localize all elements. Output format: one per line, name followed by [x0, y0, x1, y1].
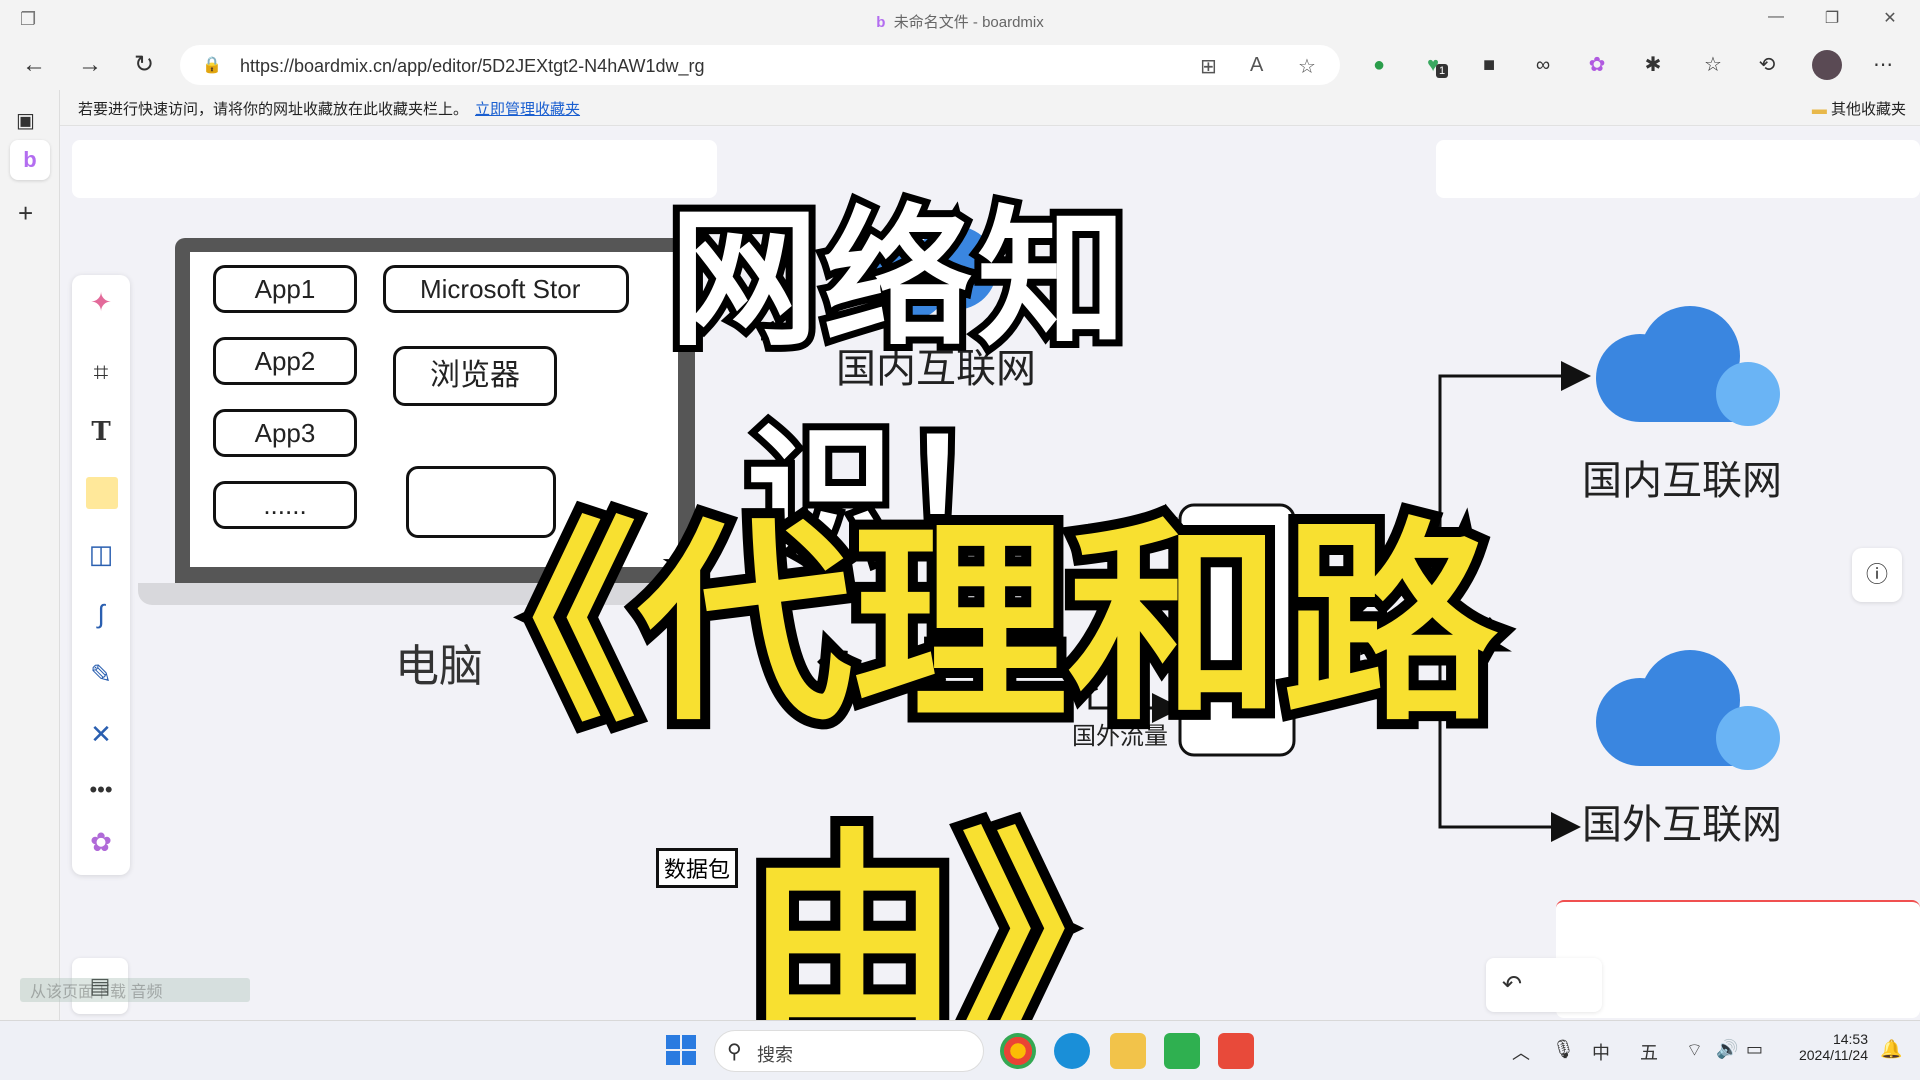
file-explorer-icon[interactable] [1110, 1033, 1146, 1069]
clock-date: 2024/11/24 [1798, 1047, 1868, 1063]
app-red-icon[interactable] [1218, 1033, 1254, 1069]
search-icon: ⚲ [727, 1041, 742, 1063]
app-green-icon[interactable] [1164, 1033, 1200, 1069]
battery-icon[interactable]: ▭ [1746, 1039, 1763, 1060]
volume-icon[interactable]: 🔊 [1716, 1039, 1738, 1060]
tray-chevron-icon[interactable]: ︿ [1512, 1039, 1530, 1065]
audio-download-overlay[interactable]: 从该页面下载 音频 [20, 978, 250, 1002]
windows-start-icon[interactable] [666, 1035, 696, 1065]
ime-mode[interactable]: 五 [1640, 1039, 1658, 1065]
windows-taskbar: ⚲ 搜索 ︿ 🎙 中 五 ⌔ 🔊 ▭ 14:53 2024/11/24 🔔 [0, 1020, 1920, 1080]
search-placeholder: 搜索 [757, 1045, 793, 1065]
headline-line2: 《代理和路由》 [413, 489, 1508, 1071]
edge-icon[interactable] [1054, 1033, 1090, 1069]
clock-time: 14:53 [1832, 1031, 1868, 1047]
info-button[interactable]: ⓘ [1852, 548, 1902, 602]
chrome-icon[interactable] [1000, 1033, 1036, 1069]
ime-language[interactable]: 中 [1592, 1039, 1610, 1065]
taskbar-search[interactable]: ⚲ 搜索 [714, 1030, 984, 1072]
clock[interactable]: 14:53 2024/11/24 [1792, 1031, 1868, 1063]
notification-bell-icon[interactable]: 🔔 [1880, 1039, 1902, 1060]
microphone-icon[interactable]: 🎙 [1552, 1039, 1575, 1060]
wifi-icon[interactable]: ⌔ [1686, 1039, 1703, 1062]
domestic-cloud-icon [1596, 306, 1780, 426]
